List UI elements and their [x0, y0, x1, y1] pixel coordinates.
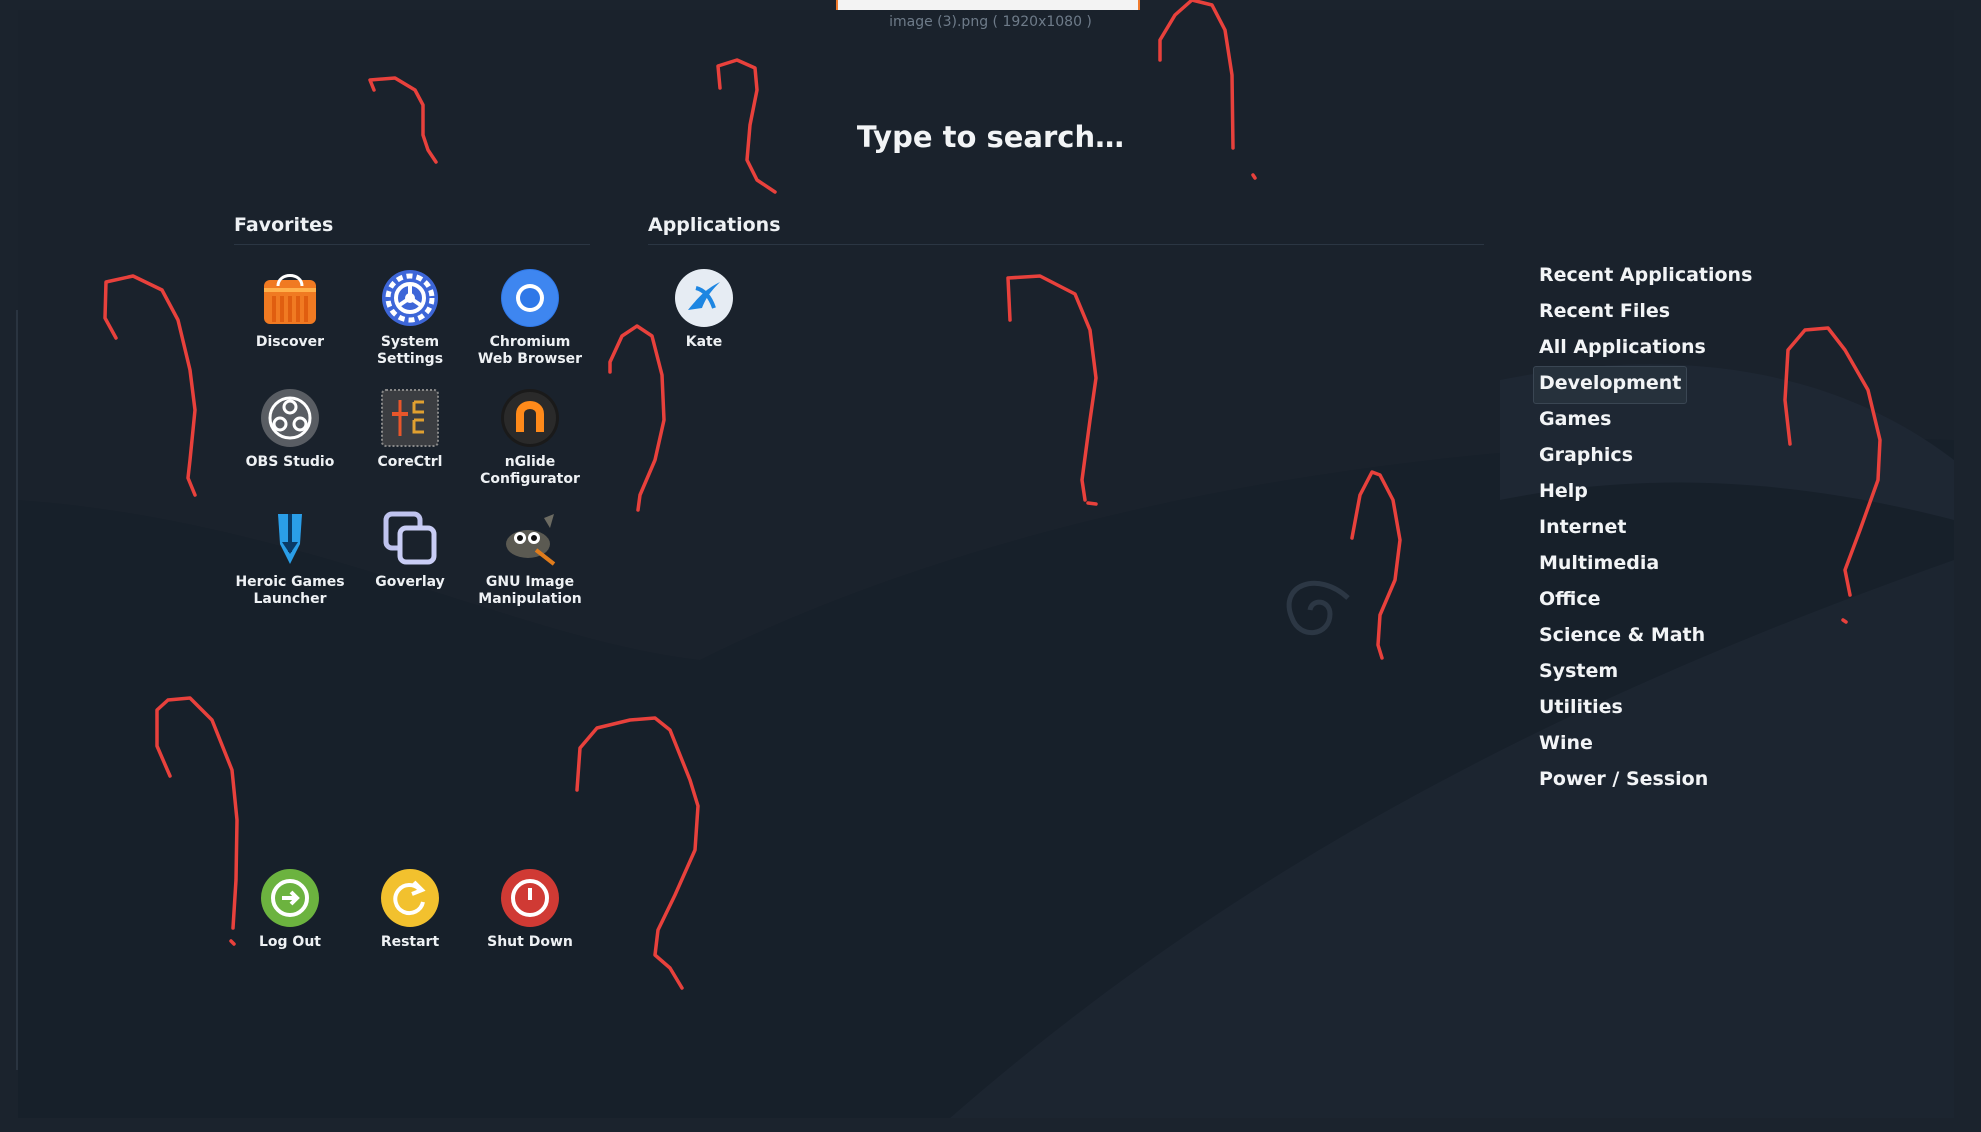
category-item[interactable]: Help	[1533, 474, 1758, 512]
chromium-icon	[501, 269, 559, 327]
app-launcher-item[interactable]: CoreCtrl	[350, 388, 470, 471]
goverlay-icon	[383, 511, 437, 565]
category-item[interactable]: Internet	[1533, 510, 1758, 548]
app-label: OBS Studio	[245, 454, 335, 470]
category-item[interactable]: Multimedia	[1533, 546, 1758, 584]
category-item[interactable]: Power / Session	[1533, 762, 1758, 800]
app-label: nGlide Configurator	[480, 454, 580, 487]
category-item[interactable]: Utilities	[1533, 690, 1758, 728]
corectrl-icon	[381, 389, 439, 447]
category-item[interactable]: Wine	[1533, 726, 1758, 764]
app-launcher-item[interactable]: Kate	[644, 268, 764, 351]
app-launcher-item[interactable]: Restart	[350, 868, 470, 951]
category-list: Recent Applications Recent Files All Appli…	[1533, 258, 1758, 798]
image-caption: image (3).png ( 1920x1080 )	[889, 14, 1092, 30]
heroic-icon	[278, 514, 302, 564]
app-label: Discover	[255, 334, 325, 350]
category-item[interactable]: Science & Math	[1533, 618, 1758, 656]
app-launcher-item[interactable]: Chromium Web Browser	[470, 268, 590, 368]
shut-down-icon	[501, 869, 559, 927]
app-launcher-item[interactable]: Heroic Games Launcher	[230, 508, 350, 608]
app-label: Log Out	[259, 934, 321, 950]
app-label: Kate	[685, 334, 723, 350]
favorites-title: Favorites	[234, 214, 590, 245]
category-item[interactable]: Recent Applications	[1533, 258, 1758, 296]
log-out-icon	[261, 869, 319, 927]
app-label: GNU Image Manipulation	[478, 574, 582, 607]
app-launcher-item[interactable]: nGlide Configurator	[470, 388, 590, 488]
app-launcher-item[interactable]: Shut Down	[470, 868, 590, 951]
app-label: Shut Down	[487, 934, 573, 950]
category-item[interactable]: Office	[1533, 582, 1758, 620]
restart-icon	[381, 869, 439, 927]
category-item[interactable]: System	[1533, 654, 1758, 692]
app-label: System Settings	[376, 334, 444, 367]
app-label: Goverlay	[375, 574, 445, 590]
obs-icon	[261, 389, 319, 447]
search-prompt[interactable]: Type to search…	[0, 120, 1981, 154]
discover-icon	[264, 274, 316, 324]
category-item[interactable]: Games	[1533, 402, 1758, 440]
category-item[interactable]: Development	[1533, 366, 1688, 404]
app-launcher-item[interactable]: Goverlay	[350, 508, 470, 591]
gimp-icon	[506, 514, 556, 566]
app-launcher-item[interactable]: System Settings	[350, 268, 470, 368]
app-launcher-item[interactable]: Discover	[230, 268, 350, 351]
app-label: CoreCtrl	[377, 454, 443, 470]
app-label: Restart	[380, 934, 440, 950]
kate-icon	[675, 269, 733, 327]
category-item[interactable]: Recent Files	[1533, 294, 1758, 332]
app-launcher-item[interactable]: GNU Image Manipulation	[470, 508, 590, 608]
app-label: Chromium Web Browser	[477, 334, 583, 367]
app-launcher-item[interactable]: Log Out	[230, 868, 350, 951]
category-item[interactable]: Graphics	[1533, 438, 1758, 476]
app-launcher-screen: image (3).png ( 1920x1080 ) Type to sear…	[0, 0, 1981, 1132]
applications-title: Applications	[648, 214, 1484, 245]
system-settings-icon	[382, 270, 438, 326]
image-preview-thumbnail	[836, 0, 1140, 10]
category-item[interactable]: All Applications	[1533, 330, 1758, 368]
nglide-icon	[501, 389, 559, 447]
app-launcher-item[interactable]: OBS Studio	[230, 388, 350, 471]
app-label: Heroic Games Launcher	[235, 574, 345, 607]
